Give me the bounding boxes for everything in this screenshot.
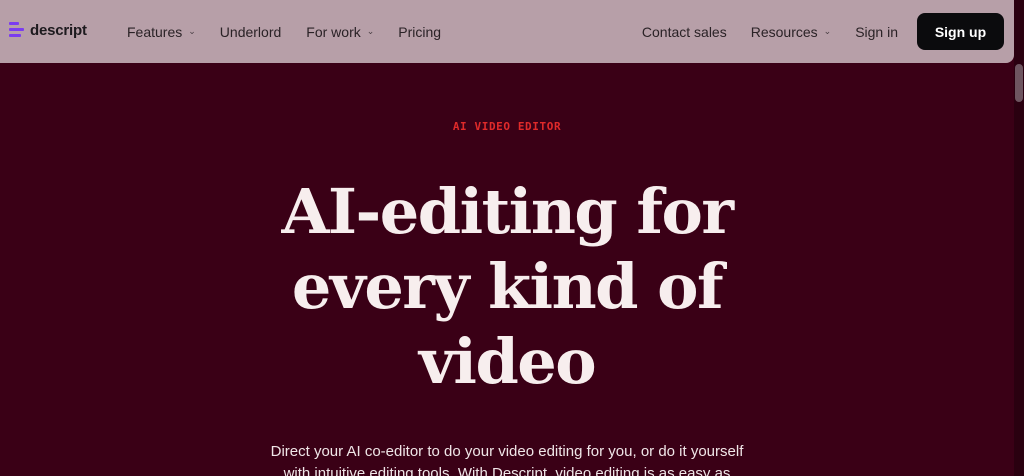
nav-underlord[interactable]: Underlord: [220, 24, 281, 40]
top-nav-bar: descript Features ⌄ Underlord For work ⌄…: [0, 0, 1014, 63]
nav-underlord-label: Underlord: [219, 23, 282, 40]
nav-features[interactable]: Features ⌄: [127, 24, 196, 40]
descript-logo-icon: [9, 21, 25, 39]
primary-nav: Features ⌄ Underlord For work ⌄ Pricing: [127, 0, 441, 63]
nav-sign-in[interactable]: Sign in: [855, 24, 898, 40]
nav-resources-label: Resources: [750, 23, 818, 40]
headline-line: video: [418, 325, 597, 398]
chevron-down-icon: ⌄: [188, 26, 196, 36]
headline-line: AI-editing for: [281, 175, 734, 248]
headline-line: every kind of: [291, 250, 724, 323]
nav-sign-in-label: Sign in: [855, 23, 898, 40]
nav-pricing-label: Pricing: [398, 23, 442, 40]
scrollbar-thumb[interactable]: [1015, 64, 1023, 102]
nav-contact-sales-label: Contact sales: [641, 23, 727, 40]
nav-contact-sales[interactable]: Contact sales: [642, 24, 727, 40]
chevron-down-icon: ⌄: [823, 26, 832, 36]
nav-pricing[interactable]: Pricing: [398, 24, 441, 40]
chevron-down-icon: ⌄: [366, 26, 375, 36]
hero-eyebrow: AI VIDEO EDITOR: [452, 120, 562, 133]
hero-subtext: Direct your AI co-editor to do your vide…: [270, 443, 744, 476]
secondary-nav: Contact sales Resources ⌄ Sign in Sign u…: [642, 0, 1004, 63]
logo-wordmark: descript: [30, 21, 87, 39]
nav-features-label: Features: [127, 23, 183, 40]
descript-logo[interactable]: descript: [9, 21, 87, 39]
page-scrollbar[interactable]: [1014, 0, 1024, 476]
page: descript Features ⌄ Underlord For work ⌄…: [0, 0, 1024, 476]
hero-headline: AI-editing for every kind of video: [0, 174, 1014, 399]
nav-resources[interactable]: Resources ⌄: [751, 24, 831, 40]
sign-up-button[interactable]: Sign up: [917, 13, 1004, 50]
nav-for-work[interactable]: For work ⌄: [306, 24, 374, 40]
nav-for-work-label: For work: [306, 23, 361, 40]
